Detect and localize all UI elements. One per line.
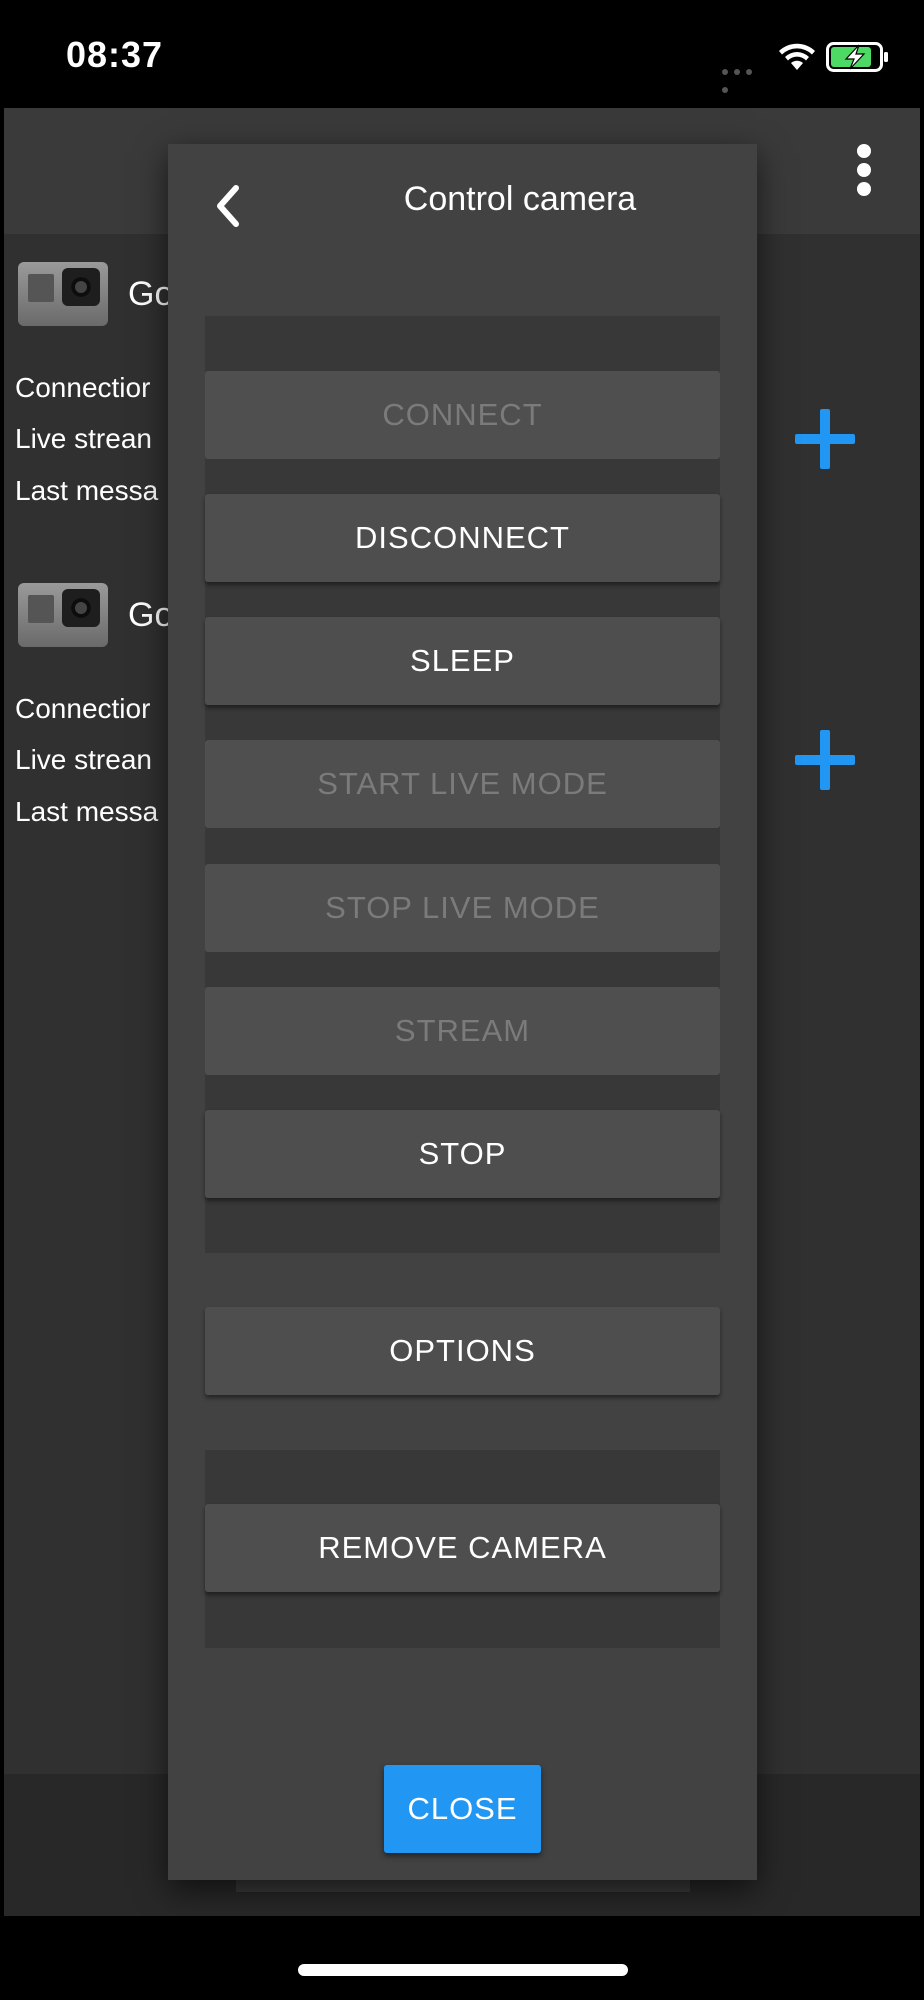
status-time: 08:37 — [66, 34, 164, 75]
wifi-icon — [779, 43, 815, 70]
stream-button[interactable]: STREAM — [205, 987, 720, 1075]
remove-camera-button[interactable]: REMOVE CAMERA — [205, 1504, 720, 1592]
connect-button[interactable]: CONNECT — [205, 371, 720, 459]
options-button[interactable]: OPTIONS — [205, 1307, 720, 1395]
more-options-icon[interactable] — [848, 144, 880, 200]
live-stream-status: Live strean — [15, 423, 152, 454]
stop-button[interactable]: STOP — [205, 1110, 720, 1198]
last-message: Last messa — [15, 475, 159, 506]
add-icon[interactable] — [795, 730, 855, 790]
live-stream-status: Live strean — [15, 744, 152, 775]
last-message: Last messa — [15, 796, 159, 827]
camera-thumbnail — [18, 583, 108, 647]
start-live-mode-button[interactable]: START LIVE MODE — [205, 740, 720, 828]
connection-status: Connectior — [15, 693, 151, 724]
back-arrow-icon[interactable] — [208, 182, 248, 230]
camera-name: Go — [128, 596, 174, 634]
signal-dots-icon — [722, 62, 768, 93]
camera-name: Go — [128, 275, 174, 313]
connection-status: Connectior — [15, 372, 151, 403]
camera-thumbnail — [18, 262, 108, 326]
sleep-button[interactable]: SLEEP — [205, 617, 720, 705]
dialog-title: Control camera — [403, 180, 637, 218]
close-button[interactable]: CLOSE — [384, 1765, 541, 1853]
battery-charging-icon — [826, 42, 888, 72]
home-indicator[interactable] — [298, 1964, 628, 1976]
add-icon[interactable] — [795, 409, 855, 469]
stop-live-mode-button[interactable]: STOP LIVE MODE — [205, 864, 720, 952]
disconnect-button[interactable]: DISCONNECT — [205, 494, 720, 582]
